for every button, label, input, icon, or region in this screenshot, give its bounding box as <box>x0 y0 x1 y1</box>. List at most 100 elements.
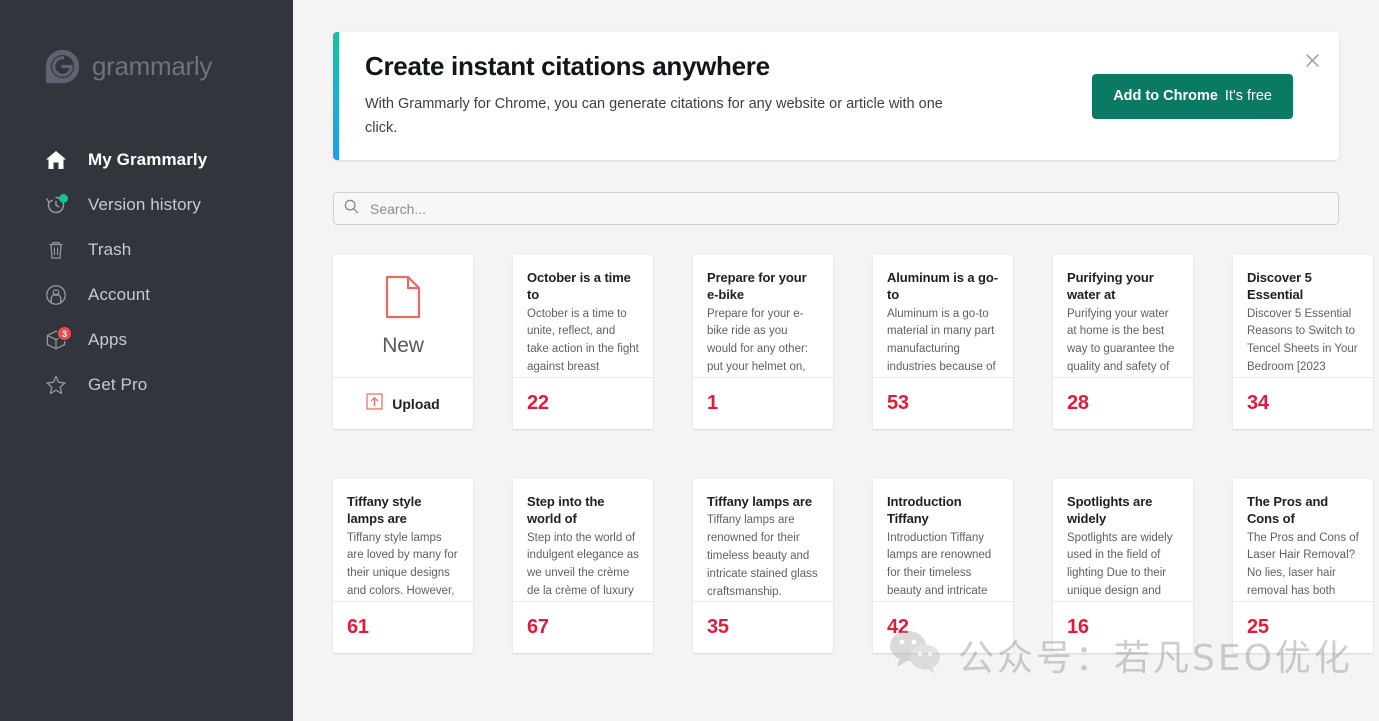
upload-button[interactable]: Upload <box>333 377 473 429</box>
document-card[interactable]: Step into the world of Step into the wor… <box>513 479 653 653</box>
document-snippet: Purifying your water at home is the best… <box>1067 307 1175 373</box>
document-score: 22 <box>527 392 549 414</box>
document-snippet: October is a time to unite, reflect, and… <box>527 307 639 373</box>
document-score: 67 <box>527 616 549 638</box>
add-to-chrome-button[interactable]: Add to Chrome It's free <box>1092 73 1293 119</box>
document-score: 25 <box>1247 616 1269 638</box>
document-footer: 53 <box>873 377 1013 429</box>
document-score: 1 <box>707 392 718 414</box>
document-score: 42 <box>887 616 909 638</box>
document-card[interactable]: The Pros and Cons of The Pros and Cons o… <box>1233 479 1373 653</box>
document-score: 35 <box>707 616 729 638</box>
document-footer: 25 <box>1233 601 1373 653</box>
document-snippet: Tiffany style lamps are loved by many fo… <box>347 531 458 597</box>
sidebar-item-label: Trash <box>88 239 132 259</box>
document-footer: 22 <box>513 377 653 429</box>
document-preview: Purifying your water at Purifying your w… <box>1053 255 1193 377</box>
sidebar-item-my-grammarly[interactable]: My Grammarly <box>0 137 293 182</box>
upload-label: Upload <box>392 395 440 412</box>
sidebar-item-get-pro[interactable]: Get Pro <box>0 362 293 407</box>
brand-name: grammarly <box>92 51 213 81</box>
documents-grid: New Upload October is a time to October … <box>333 255 1379 653</box>
document-title: Spotlights are widely <box>1067 494 1153 527</box>
document-snippet: The Pros and Cons of Laser Hair Removal?… <box>1247 531 1359 597</box>
document-card[interactable]: Aluminum is a go-to Aluminum is a go-to … <box>873 255 1013 429</box>
document-snippet: Aluminum is a go-to material in many par… <box>887 307 996 373</box>
document-preview: Tiffany style lamps are Tiffany style la… <box>333 479 473 601</box>
close-icon[interactable] <box>1301 49 1323 71</box>
document-snippet: Tiffany lamps are renowned for their tim… <box>707 514 818 598</box>
sidebar-item-version-history[interactable]: Version history <box>0 182 293 227</box>
document-score: 53 <box>887 392 909 414</box>
document-preview: Step into the world of Step into the wor… <box>513 479 653 601</box>
document-preview: Introduction Tiffany Introduction Tiffan… <box>873 479 1013 601</box>
cta-secondary-label: It's free <box>1224 88 1272 104</box>
document-title: Discover 5 Essential <box>1247 270 1312 303</box>
document-preview: Spotlights are widely Spotlights are wid… <box>1053 479 1193 601</box>
document-card[interactable]: October is a time to October is a time t… <box>513 255 653 429</box>
document-card[interactable]: Prepare for your e-bike Prepare for your… <box>693 255 833 429</box>
document-preview: Tiffany lamps are Tiffany lamps are reno… <box>693 479 833 601</box>
banner-subtitle: With Grammarly for Chrome, you can gener… <box>365 96 943 136</box>
document-footer: 42 <box>873 601 1013 653</box>
search-row <box>333 192 1339 225</box>
document-card[interactable]: Spotlights are widely Spotlights are wid… <box>1053 479 1193 653</box>
new-document-card[interactable]: New Upload <box>333 255 473 429</box>
document-title: The Pros and Cons of <box>1247 494 1329 527</box>
sidebar-item-label: My Grammarly <box>88 149 208 169</box>
document-footer: 67 <box>513 601 653 653</box>
grammarly-logo-icon <box>45 49 80 84</box>
trash-icon <box>44 238 68 262</box>
document-preview: Discover 5 Essential Discover 5 Essentia… <box>1233 255 1373 377</box>
promo-banner: Create instant citations anywhere With G… <box>333 32 1339 160</box>
document-footer: 16 <box>1053 601 1193 653</box>
sidebar-item-trash[interactable]: Trash <box>0 227 293 272</box>
document-card[interactable]: Introduction Tiffany Introduction Tiffan… <box>873 479 1013 653</box>
banner-body: Create instant citations anywhere With G… <box>333 51 1092 141</box>
document-snippet: Discover 5 Essential Reasons to Switch t… <box>1247 307 1358 373</box>
sidebar-item-label: Get Pro <box>88 374 148 394</box>
document-title: Step into the world of <box>527 494 605 527</box>
document-title: Tiffany style lamps are <box>347 494 422 527</box>
history-icon <box>44 193 68 217</box>
document-snippet: Step into the world of indulgent eleganc… <box>527 531 639 597</box>
document-footer: 34 <box>1233 377 1373 429</box>
banner-title: Create instant citations anywhere <box>365 51 770 82</box>
document-preview: The Pros and Cons of The Pros and Cons o… <box>1233 479 1373 601</box>
star-icon <box>44 373 68 397</box>
document-score: 28 <box>1067 392 1089 414</box>
document-card[interactable]: Discover 5 Essential Discover 5 Essentia… <box>1233 255 1373 429</box>
document-card[interactable]: Purifying your water at Purifying your w… <box>1053 255 1193 429</box>
sidebar-item-account[interactable]: Account <box>0 272 293 317</box>
document-title: Aluminum is a go-to <box>887 270 998 303</box>
document-footer: 35 <box>693 601 833 653</box>
search-box[interactable] <box>333 192 1339 225</box>
document-preview: Aluminum is a go-to Aluminum is a go-to … <box>873 255 1013 377</box>
banner-cta-wrap: Add to Chrome It's free <box>1092 73 1339 119</box>
document-card[interactable]: Tiffany lamps are Tiffany lamps are reno… <box>693 479 833 653</box>
home-icon <box>44 148 68 172</box>
new-document-label: New <box>382 333 424 357</box>
cta-primary-label: Add to Chrome <box>1113 88 1218 104</box>
document-card[interactable]: Tiffany style lamps are Tiffany style la… <box>333 479 473 653</box>
sidebar-item-label: Apps <box>88 329 128 349</box>
document-snippet: Introduction Tiffany lamps are renowned … <box>887 531 992 597</box>
sidebar-item-label: Version history <box>88 194 201 214</box>
search-input[interactable] <box>370 200 1328 217</box>
document-score: 34 <box>1247 392 1269 414</box>
document-preview: October is a time to October is a time t… <box>513 255 653 377</box>
document-title: Introduction Tiffany <box>887 494 962 527</box>
apps-icon: 3 <box>44 325 72 352</box>
sidebar-item-apps[interactable]: 3 Apps <box>0 317 293 362</box>
document-snippet: Prepare for your e-bike ride as you woul… <box>707 307 809 373</box>
new-document-body[interactable]: New <box>333 255 473 377</box>
main-content: Create instant citations anywhere With G… <box>293 0 1379 721</box>
sidebar-item-label: Account <box>88 284 151 304</box>
document-footer: 28 <box>1053 377 1193 429</box>
search-icon <box>344 199 359 219</box>
upload-icon <box>366 392 383 415</box>
brand-logo-wordmark[interactable]: grammarly <box>0 0 293 85</box>
document-score: 61 <box>347 616 369 638</box>
document-title: Purifying your water at <box>1067 270 1154 303</box>
document-footer: 1 <box>693 377 833 429</box>
